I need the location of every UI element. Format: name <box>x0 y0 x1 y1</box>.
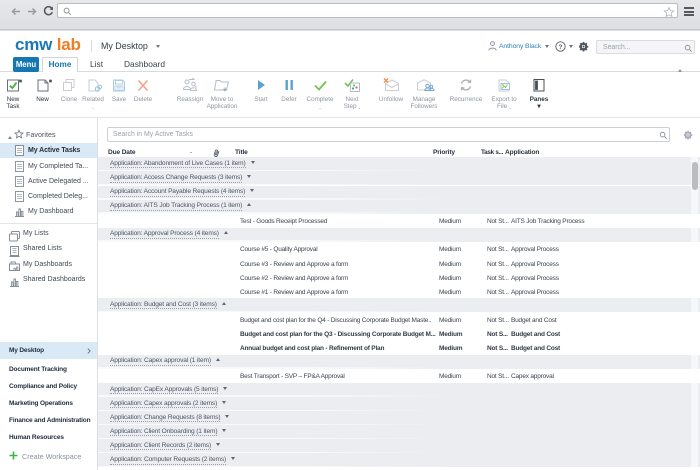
svg-text:?: ? <box>558 43 562 50</box>
